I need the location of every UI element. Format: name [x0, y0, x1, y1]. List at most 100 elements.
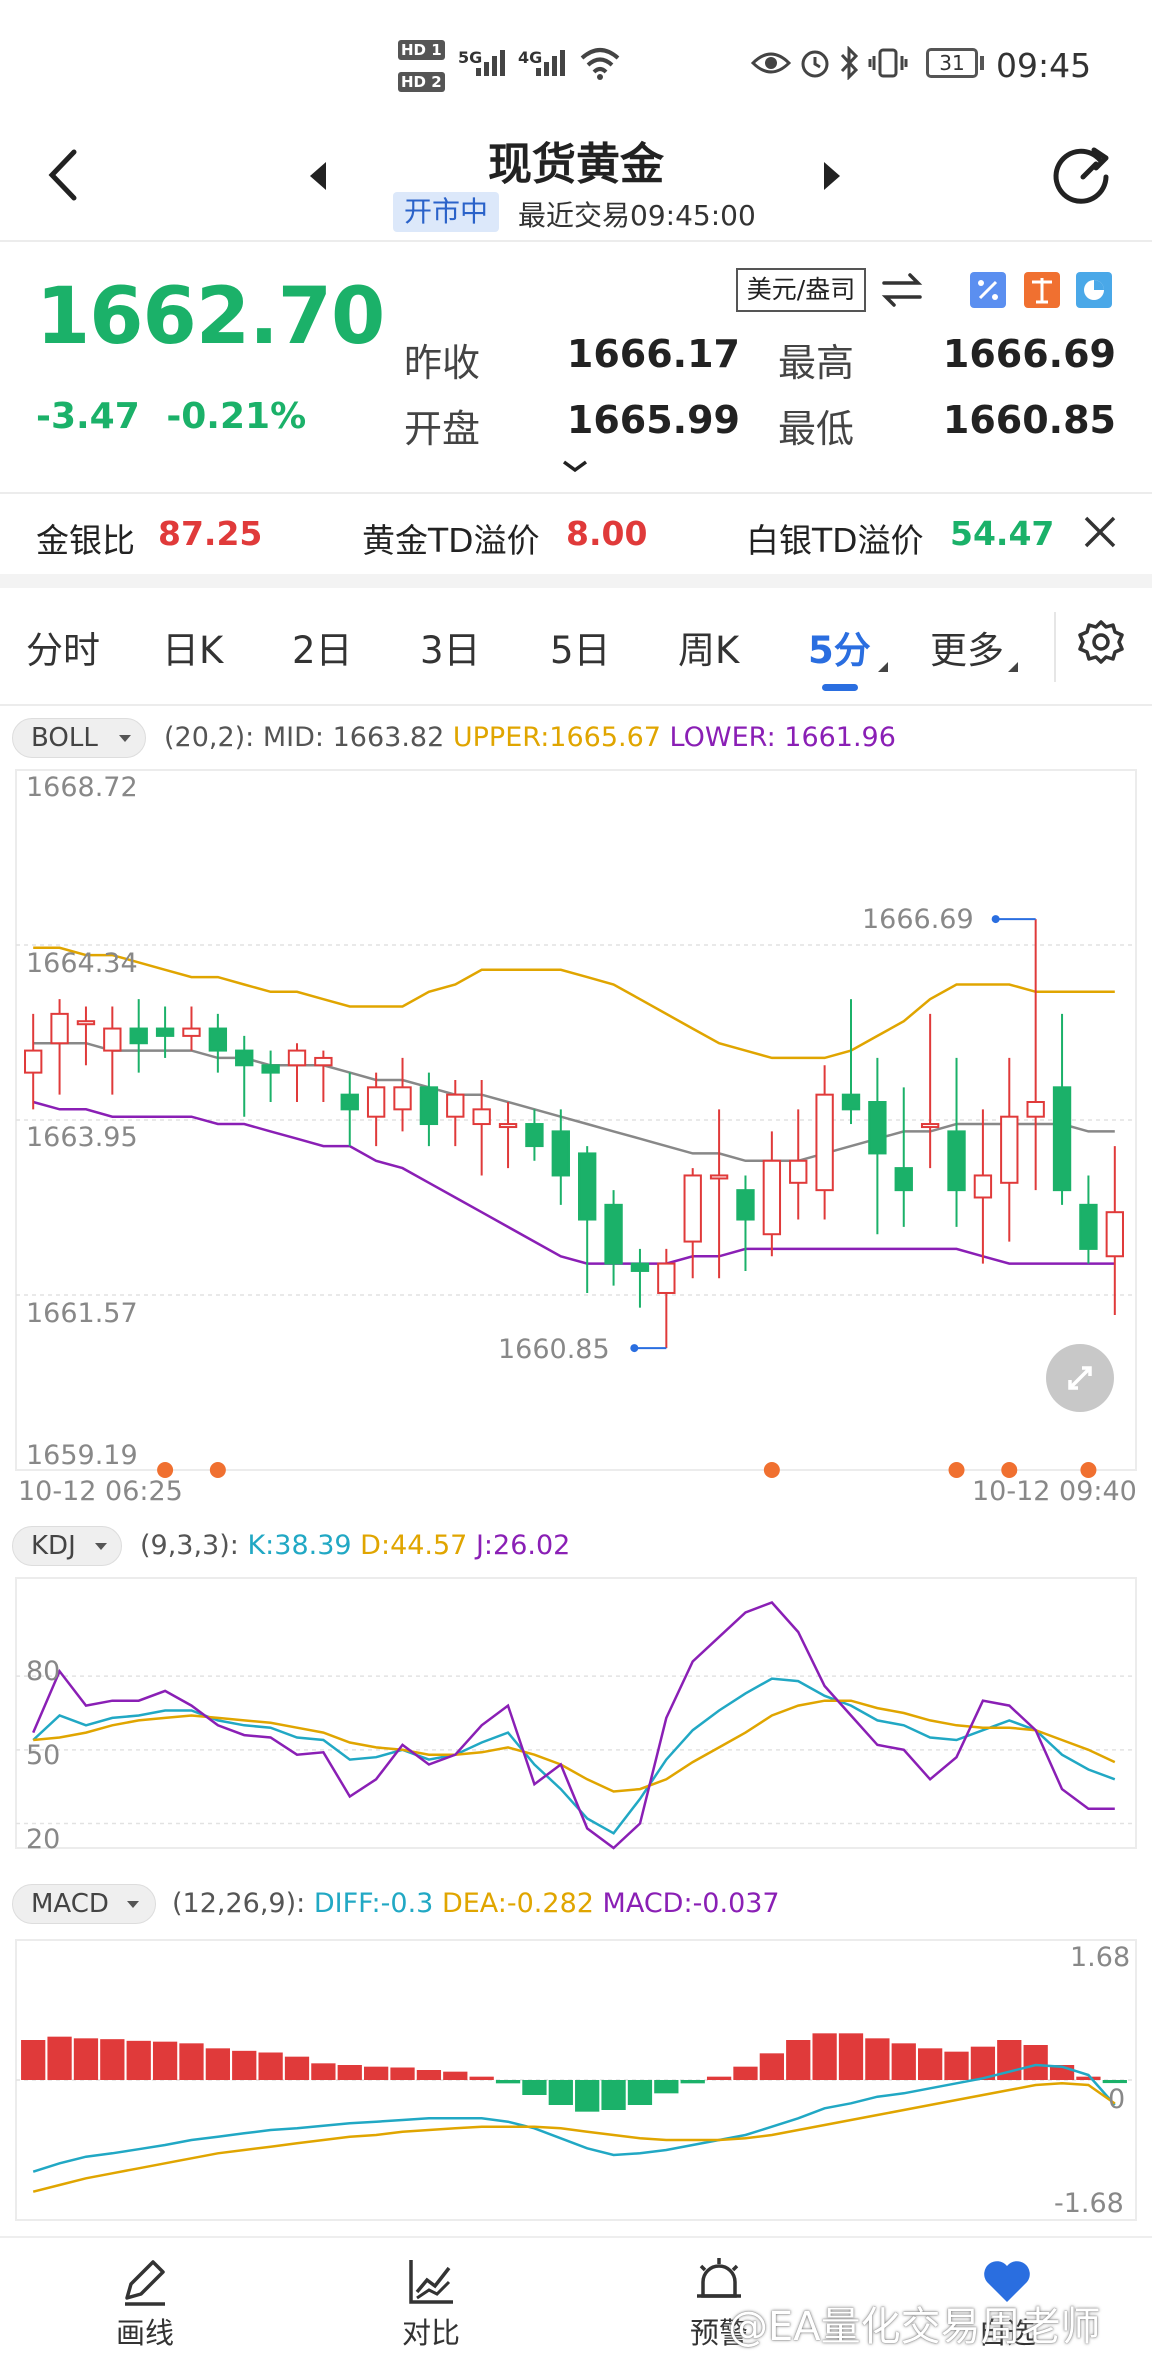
gold-silver-ratio-label: 金银比 [36, 521, 135, 560]
macd-histogram-bar [575, 2080, 600, 2112]
macd-histogram-bar [733, 2066, 758, 2080]
tab-intraday[interactable]: 分时 [26, 620, 100, 674]
macd-legend: (12,26,9): DIFF:-0.3 DEA:-0.282 MACD:-0.… [172, 1888, 780, 1919]
high-marker-label: 1666.69 [862, 904, 974, 935]
macd-histogram-bar [522, 2080, 547, 2095]
candle-body [789, 1159, 808, 1184]
candle-body [1079, 1203, 1098, 1250]
tab-5day[interactable]: 5日 [550, 620, 611, 674]
candle-body [340, 1093, 359, 1111]
kdj-selector[interactable]: KDJ [12, 1526, 122, 1566]
macd-histogram-bar [311, 2063, 336, 2080]
next-symbol-icon[interactable] [820, 160, 844, 192]
watermark: @EA量化交易周老师 [728, 2304, 1101, 2350]
nav-draw[interactable]: 画线 [80, 2254, 210, 2352]
macd-histogram-bar [759, 2053, 784, 2080]
tab-3day[interactable]: 3日 [420, 620, 481, 674]
candle-body [103, 1027, 122, 1052]
macd-histogram-bar [865, 2038, 890, 2080]
macd-histogram-bar [706, 2076, 732, 2080]
silver-td-premium-label: 白银TD溢价 [746, 521, 924, 560]
candle-body [525, 1123, 544, 1148]
candle-body [393, 1086, 412, 1111]
kdj-j-value: 26.02 [493, 1530, 571, 1561]
swap-icon[interactable] [880, 270, 924, 310]
tower-tool-icon[interactable] [1024, 272, 1060, 308]
macd-histogram-bar [891, 2043, 916, 2080]
tab-weekly-k[interactable]: 周K [678, 620, 739, 674]
tab-separator [1054, 612, 1056, 682]
pie-tool-icon[interactable] [1076, 272, 1112, 308]
candle-body [208, 1027, 228, 1052]
boll-ytick-1: 1668.72 [26, 772, 138, 803]
candle-body [24, 1049, 43, 1074]
candle-body [709, 1174, 729, 1180]
boll-name: BOLL [31, 723, 98, 753]
tab-5min-dropdown-icon [878, 662, 888, 672]
macd-histogram-bar [944, 2051, 969, 2080]
kdj-name: KDJ [31, 1531, 76, 1561]
tab-5min[interactable]: 5分 [808, 620, 871, 674]
macd-dea-label: DEA: [441, 1888, 507, 1919]
macd-ytick-bottom: -1.68 [1054, 2188, 1124, 2219]
boll-candlestick-chart[interactable] [0, 760, 1152, 1500]
macd-histogram-bar [1102, 2080, 1127, 2084]
candle-body [1105, 1211, 1124, 1258]
candle-body [50, 1012, 69, 1045]
expand-chevron-icon[interactable] [560, 456, 590, 476]
gold-silver-ratio-value: 87.25 [158, 514, 263, 553]
low-value: 1660.85 [942, 398, 1116, 442]
event-dot [763, 1462, 780, 1478]
macd-histogram-bar [627, 2080, 653, 2105]
nav-compare[interactable]: 对比 [366, 2254, 496, 2352]
tab-daily-k[interactable]: 日K [162, 620, 223, 674]
macd-name: MACD [31, 1889, 109, 1919]
kdj-d-value: 44.57 [390, 1530, 468, 1561]
tab-more[interactable]: 更多 [930, 620, 1004, 674]
settings-gear-icon[interactable] [1076, 618, 1126, 668]
macd-chart[interactable] [0, 1934, 1152, 2226]
refresh-icon[interactable] [1050, 144, 1116, 210]
bottom-nav: 画线 对比 预警 自选 @EA量化交易周老师 [0, 2236, 1152, 2376]
event-dot [209, 1462, 226, 1478]
kdj-k-value: 38.39 [274, 1530, 352, 1561]
kdj-d-label: D: [360, 1530, 391, 1561]
candle-body [973, 1174, 993, 1199]
close-icon[interactable] [1080, 512, 1120, 552]
macd-histogram-bar [838, 2033, 864, 2080]
time-end-label: 10-12 09:40 [972, 1476, 1137, 1507]
boll-legend: (20,2): MID: 1663.82 UPPER:1665.67 LOWER… [164, 722, 896, 753]
last-trade-time: 最近交易09:45:00 [518, 199, 756, 232]
kdj-chart[interactable] [0, 1572, 1152, 1862]
macd-histogram-bar [258, 2052, 283, 2080]
kdj-ytick-80: 80 [26, 1656, 61, 1687]
percent-tool-icon[interactable] [970, 272, 1006, 308]
high-label: 最高 [778, 341, 855, 385]
status-bar: HD 1 HD 2 5G 4G 31 09:45 [0, 0, 1152, 130]
macd-dropdown-icon [127, 1901, 139, 1908]
macd-histogram-bar [786, 2040, 811, 2080]
macd-histogram-bar [152, 2041, 178, 2080]
unit-selector[interactable]: 美元/盎司 [736, 268, 866, 312]
macd-histogram-bar [100, 2039, 125, 2080]
fullscreen-button[interactable] [1046, 1344, 1114, 1412]
macd-ytick-zero: 0 [1108, 2084, 1126, 2115]
candle-body [472, 1108, 491, 1126]
boll-mid-value: 1663.82 [332, 722, 445, 753]
change-percent: -0.21% [166, 396, 307, 437]
compare-chart-icon [409, 2260, 453, 2304]
boll-selector[interactable]: BOLL [12, 718, 146, 758]
candle-body [129, 1027, 148, 1045]
macd-dea-value: -0.282 [506, 1888, 594, 1919]
page-title: 现货黄金 [488, 139, 664, 190]
macd-histogram-bar [390, 2067, 415, 2080]
candle-body [366, 1086, 386, 1118]
macd-histogram-bar [73, 2038, 99, 2080]
tab-2day[interactable]: 2日 [292, 620, 353, 674]
battery-tip [980, 56, 984, 70]
macd-selector[interactable]: MACD [12, 1884, 156, 1924]
candle-body [314, 1056, 333, 1067]
kdj-k-label: K: [247, 1530, 275, 1561]
candle-body [1000, 1115, 1019, 1184]
high-marker-dot [991, 915, 1000, 924]
